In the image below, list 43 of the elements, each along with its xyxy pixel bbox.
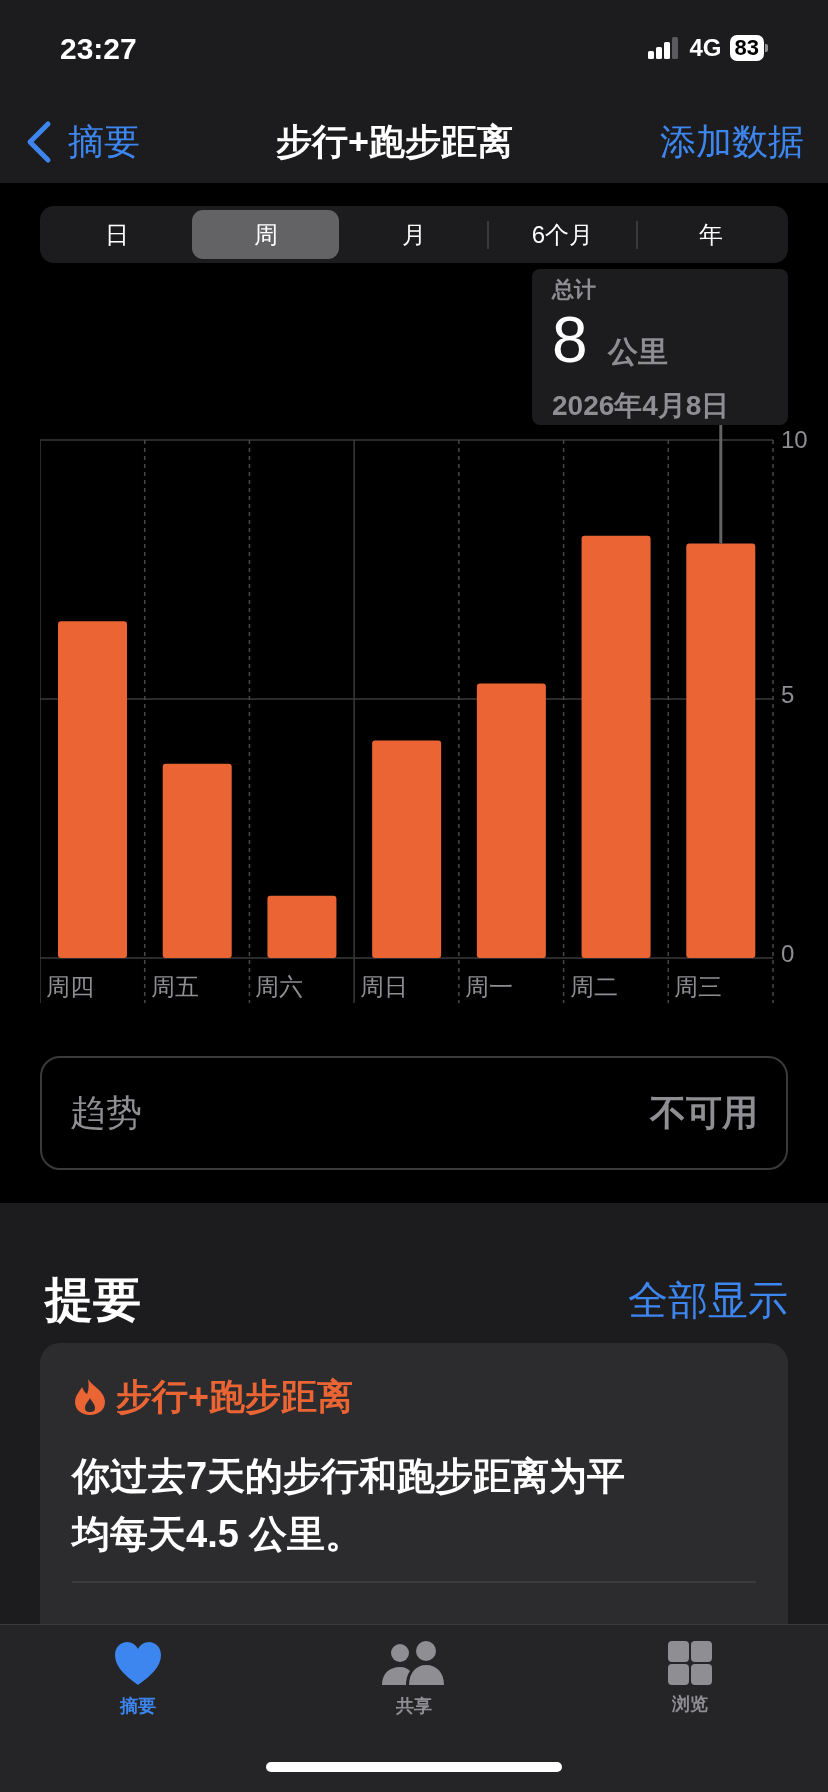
- tooltip-unit: 公里: [607, 334, 668, 370]
- nav-title: 步行+跑步距离: [276, 119, 514, 164]
- segment-tab[interactable]: 周: [192, 210, 339, 259]
- add-data-button[interactable]: 添加数据: [660, 114, 804, 169]
- x-axis-label: 周二: [569, 973, 618, 1000]
- section-title: 提要: [43, 1272, 141, 1328]
- y-axis-label: 10: [781, 426, 808, 453]
- tooltip-label: 总计: [552, 276, 597, 304]
- trend-card[interactable]: 趋势 不可用: [40, 1056, 788, 1170]
- tooltip-value: 8: [552, 305, 588, 375]
- tab-bar-item[interactable]: 摘要: [0, 1625, 276, 1720]
- x-axis-label: 周日: [360, 973, 409, 1000]
- show-all-link[interactable]: 全部显示: [628, 1270, 788, 1330]
- network-label: 4G: [689, 33, 722, 63]
- card-title: 步行+跑步距离: [116, 1375, 354, 1419]
- flame-icon: [72, 1378, 108, 1416]
- y-axis-label: 0: [781, 940, 795, 967]
- people-icon: [382, 1641, 446, 1687]
- back-button[interactable]: 摘要: [24, 114, 140, 169]
- y-axis-label: 5: [781, 681, 795, 708]
- trend-value: 不可用: [650, 1091, 758, 1135]
- segment-tab[interactable]: 年: [637, 210, 785, 259]
- trend-label: 趋势: [70, 1091, 142, 1135]
- card-text: 你过去7天的步行和跑步距离为平均每天4.5 公里。: [72, 1454, 627, 1557]
- bar[interactable]: [267, 895, 337, 958]
- bar[interactable]: [581, 535, 651, 958]
- status-time: 23:27: [60, 30, 137, 67]
- tooltip-date: 2026年4月8日: [552, 389, 731, 423]
- highlight-card[interactable]: 步行+跑步距离 你过去7天的步行和跑步距离为平均每天4.5 公里。: [40, 1343, 788, 1624]
- tab-bar-item[interactable]: 浏览: [552, 1625, 828, 1718]
- bar[interactable]: [686, 543, 756, 958]
- x-axis-label: 周四: [46, 973, 94, 1000]
- grid-icon: [668, 1641, 712, 1685]
- bar[interactable]: [162, 763, 232, 958]
- segment-tab[interactable]: 月: [340, 210, 488, 259]
- heart-icon: [114, 1641, 162, 1687]
- tab-bar-item[interactable]: 共享: [276, 1625, 552, 1720]
- segment-tab[interactable]: 6个月: [489, 210, 636, 259]
- x-axis-label: 周五: [150, 973, 199, 1000]
- x-axis-label: 周六: [255, 973, 304, 1000]
- x-axis-label: 周三: [674, 973, 723, 1000]
- x-axis-label: 周一: [464, 973, 513, 1000]
- segment-tab[interactable]: 日: [44, 210, 191, 259]
